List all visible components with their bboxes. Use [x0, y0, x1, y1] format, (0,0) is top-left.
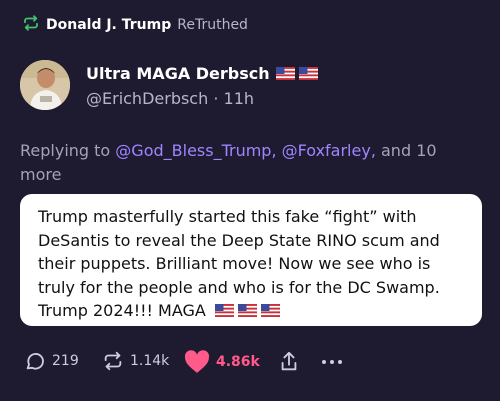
author-meta: @ErichDerbsch · 11h [86, 89, 318, 108]
author-name-row: Ultra MAGA Derbsch [86, 64, 318, 83]
post-emoji [214, 304, 280, 317]
like-count: 4.86k [216, 354, 260, 370]
share-button[interactable] [278, 350, 300, 374]
retruth-header: Donald J. Trump ReTruthed [22, 14, 248, 36]
us-flag-icon [214, 304, 234, 317]
reply-button[interactable]: 219 [24, 350, 79, 372]
author-block: Ultra MAGA Derbsch @ErichDerbsch · 11h [86, 64, 318, 108]
reply-count: 219 [52, 353, 79, 369]
us-flag-icon [260, 304, 280, 317]
more-icon [320, 352, 344, 372]
meta-separator: · [213, 89, 219, 108]
like-button[interactable]: 4.86k [184, 350, 260, 374]
mention-link[interactable]: @Foxfarley, [282, 141, 376, 160]
retruth-icon [102, 350, 124, 372]
mention-link[interactable]: @God_Bless_Trump, [115, 141, 276, 160]
replying-to-line: Replying to @God_Bless_Trump, @Foxfarley… [20, 139, 480, 187]
post-body: Trump masterfully started this fake “fig… [20, 194, 482, 326]
reply-icon [24, 350, 46, 372]
more-button[interactable] [320, 352, 344, 372]
us-flag-icon [298, 67, 318, 80]
avatar[interactable] [20, 60, 70, 110]
retruth-icon [22, 14, 40, 36]
retruth-author-name[interactable]: Donald J. Trump [46, 17, 171, 33]
us-flag-icon [237, 304, 257, 317]
action-bar: 219 1.14k 4.86k [24, 350, 484, 374]
author-badges [275, 67, 318, 80]
retruth-count: 1.14k [130, 353, 170, 369]
retruth-button[interactable]: 1.14k [102, 350, 169, 372]
post-time[interactable]: 11h [224, 89, 255, 108]
us-flag-icon [275, 67, 295, 80]
retruth-label: ReTruthed [177, 17, 248, 33]
author-handle[interactable]: @ErichDerbsch [86, 89, 208, 108]
replying-prefix: Replying to [20, 141, 111, 160]
author-display-name[interactable]: Ultra MAGA Derbsch [86, 64, 270, 83]
share-icon [278, 350, 300, 374]
heart-icon [184, 350, 210, 374]
